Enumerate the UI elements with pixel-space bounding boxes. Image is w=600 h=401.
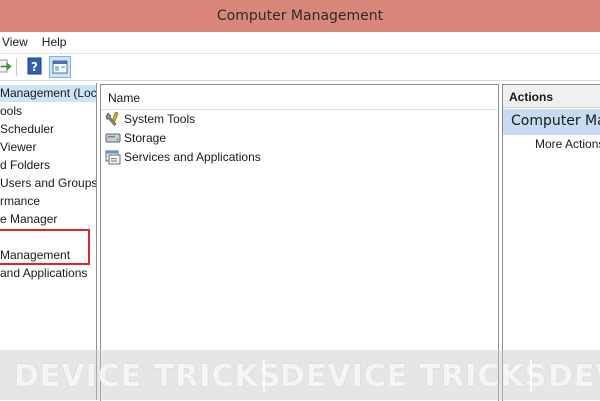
tree-item-shared-folders[interactable]: d Folders	[0, 157, 50, 174]
watermark-separator	[263, 360, 265, 392]
watermark-text: DEVICE TRICKS	[280, 359, 548, 394]
actions-section-computer-management[interactable]: Computer Management	[503, 109, 600, 135]
tree-item-event-viewer[interactable]: Viewer	[0, 139, 36, 156]
tree-item-computer-management[interactable]: Management (Local	[0, 85, 96, 102]
window-title: Computer Management	[216, 8, 384, 24]
toolbar: ?	[0, 54, 600, 81]
list-item-label: System Tools	[124, 112, 196, 126]
tree-item-performance[interactable]: rmance	[0, 193, 40, 210]
watermark-text: DEVICE TRICKS	[548, 359, 600, 394]
toolbar-separator	[16, 58, 17, 76]
list-item-label: Services and Applications	[124, 150, 261, 164]
actions-header: Actions	[503, 85, 600, 108]
help-icon[interactable]: ?	[26, 57, 44, 75]
tree-item-services-applications[interactable]: and Applications	[0, 265, 87, 282]
tree-item-device-manager[interactable]: e Manager	[0, 211, 57, 228]
list-item-services-applications[interactable]: Services and Applications	[105, 148, 261, 166]
svg-text:?: ?	[31, 60, 38, 74]
column-header-label: Name	[108, 91, 141, 105]
more-actions-link[interactable]: More Actions	[535, 137, 600, 151]
menu-help[interactable]: Help	[35, 32, 74, 53]
services-applications-icon	[105, 149, 121, 165]
tree-item-task-scheduler[interactable]: Scheduler	[0, 121, 54, 138]
show-hide-console-tree-icon[interactable]	[49, 56, 71, 78]
system-tools-icon	[105, 111, 121, 127]
tree-item-system-tools[interactable]: ools	[0, 103, 22, 120]
highlight-box	[0, 229, 90, 265]
tree-item-local-users-groups[interactable]: Users and Groups	[0, 175, 96, 192]
list-item-label: Storage	[124, 131, 167, 145]
forward-arrow-icon[interactable]	[0, 57, 12, 75]
watermark-text: DEVICE TRICKS	[14, 359, 282, 394]
title-bar: Computer Management	[0, 0, 600, 32]
storage-icon	[105, 130, 121, 146]
watermark-separator	[530, 360, 532, 392]
list-item-storage[interactable]: Storage	[105, 129, 166, 147]
actions-section-title: Computer Management	[511, 113, 600, 129]
menu-bar: View Help	[0, 32, 600, 54]
actions-header-label: Actions	[509, 90, 554, 104]
menu-view[interactable]: View	[0, 32, 35, 53]
watermark-banner: DEVICE TRICKS DEVICE TRICKS DEVICE TRICK…	[0, 350, 600, 400]
column-header-name[interactable]: Name	[101, 85, 498, 110]
list-item-system-tools[interactable]: System Tools	[105, 110, 195, 128]
